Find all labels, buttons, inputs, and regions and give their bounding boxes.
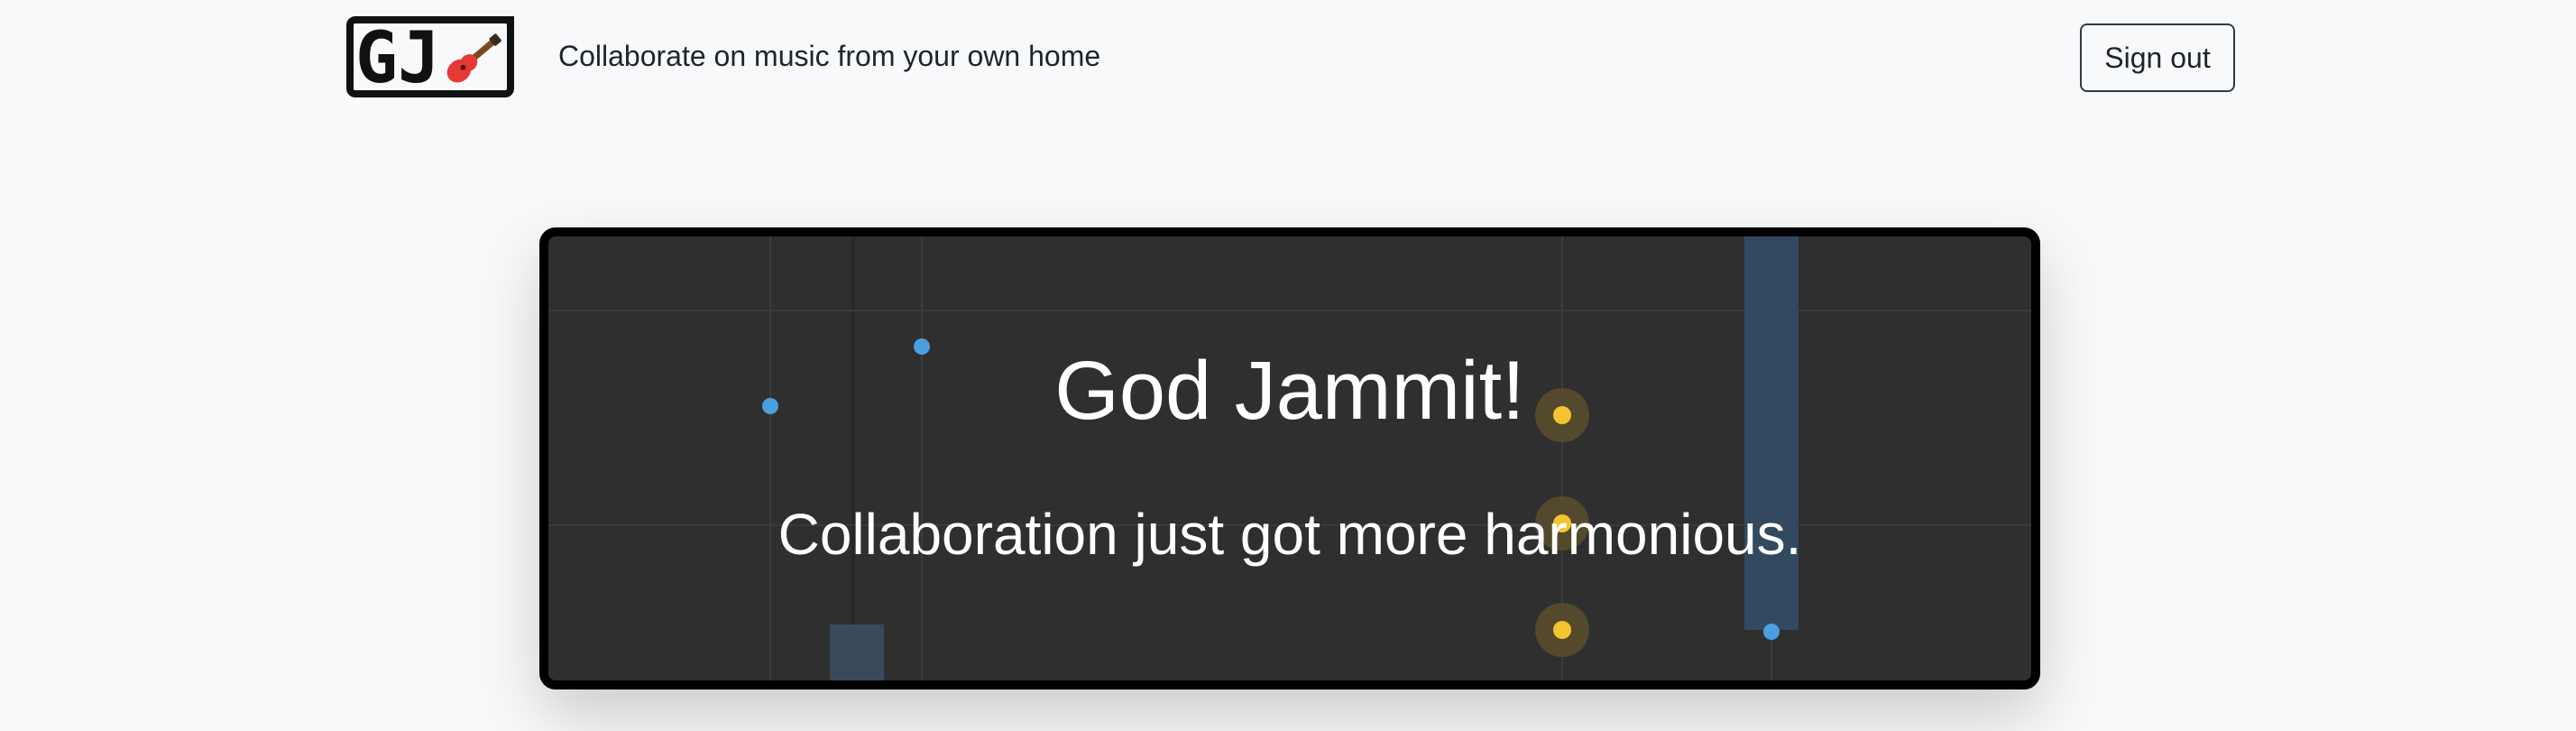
logo-text: GJ [355,18,440,97]
note-bar [830,625,884,680]
yellow-note-dot [1553,621,1571,639]
blue-note-dot [1763,624,1780,640]
sign-out-button[interactable]: Sign out [2080,23,2235,92]
hero-title: God Jammit! [1054,345,1525,437]
hero-sequencer-background [548,236,2031,680]
hero-banner: God Jammit! Collaboration just got more … [539,227,2040,689]
hero-subtitle: Collaboration just got more harmonious. [777,502,1802,567]
guitar-logo-icon: GJ [346,16,514,99]
site-tagline: Collaborate on music from your own home [558,40,1101,72]
site-logo[interactable]: GJ [346,16,514,99]
site-header: GJ Collaborate on music from your own ho… [0,0,2576,126]
